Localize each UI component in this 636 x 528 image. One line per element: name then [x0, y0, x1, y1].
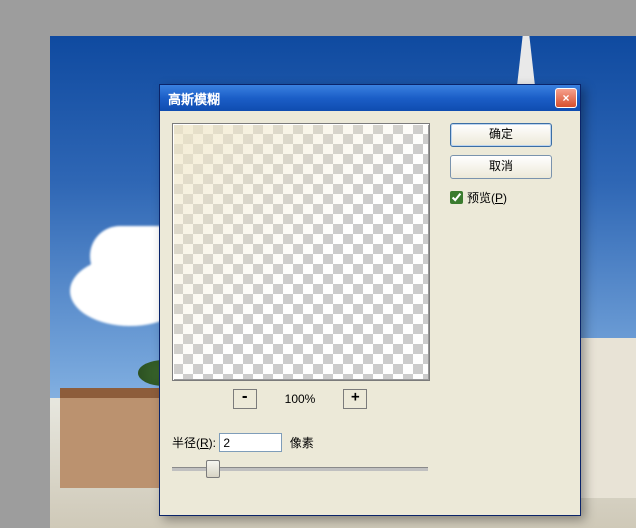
- preview-label-suffix: ): [503, 191, 507, 205]
- radius-input[interactable]: [219, 433, 282, 452]
- zoom-in-button[interactable]: +: [343, 389, 367, 409]
- zoom-controls: - 100% +: [172, 389, 428, 409]
- slider-thumb[interactable]: [206, 460, 220, 478]
- zoom-level-label: 100%: [260, 392, 340, 406]
- cancel-button[interactable]: 取消: [450, 155, 552, 179]
- gaussian-blur-dialog: 高斯模糊 × - 100% + 半径(R): 像素: [159, 84, 581, 516]
- app-workspace: 高斯模糊 × - 100% + 半径(R): 像素: [0, 0, 636, 528]
- zoom-out-button[interactable]: -: [233, 389, 257, 409]
- close-button[interactable]: ×: [555, 88, 577, 108]
- preview-area[interactable]: [172, 123, 430, 381]
- preview-checkbox-row: 预览(P): [450, 189, 562, 206]
- preview-checkbox-label[interactable]: 预览(P): [467, 189, 507, 206]
- radius-row: 半径(R): 像素: [172, 433, 428, 452]
- preview-label-hotkey: P: [495, 191, 503, 205]
- preview-checkbox[interactable]: [450, 191, 463, 204]
- radius-slider[interactable]: [172, 459, 428, 479]
- radius-label: 半径(R):: [172, 436, 219, 450]
- dialog-titlebar[interactable]: 高斯模糊 ×: [160, 85, 580, 111]
- preview-label-prefix: 预览(: [467, 191, 495, 205]
- radius-label-hotkey: R: [200, 436, 209, 450]
- dialog-title: 高斯模糊: [168, 89, 220, 108]
- dialog-body: - 100% + 半径(R): 像素 确定 取消: [160, 111, 580, 131]
- radius-label-suffix: ):: [209, 436, 216, 450]
- radius-unit: 像素: [290, 436, 314, 450]
- radius-label-prefix: 半径(: [172, 436, 200, 450]
- close-icon: ×: [562, 92, 569, 104]
- ok-button[interactable]: 确定: [450, 123, 552, 147]
- dialog-button-column: 确定 取消 预览(P): [450, 123, 562, 206]
